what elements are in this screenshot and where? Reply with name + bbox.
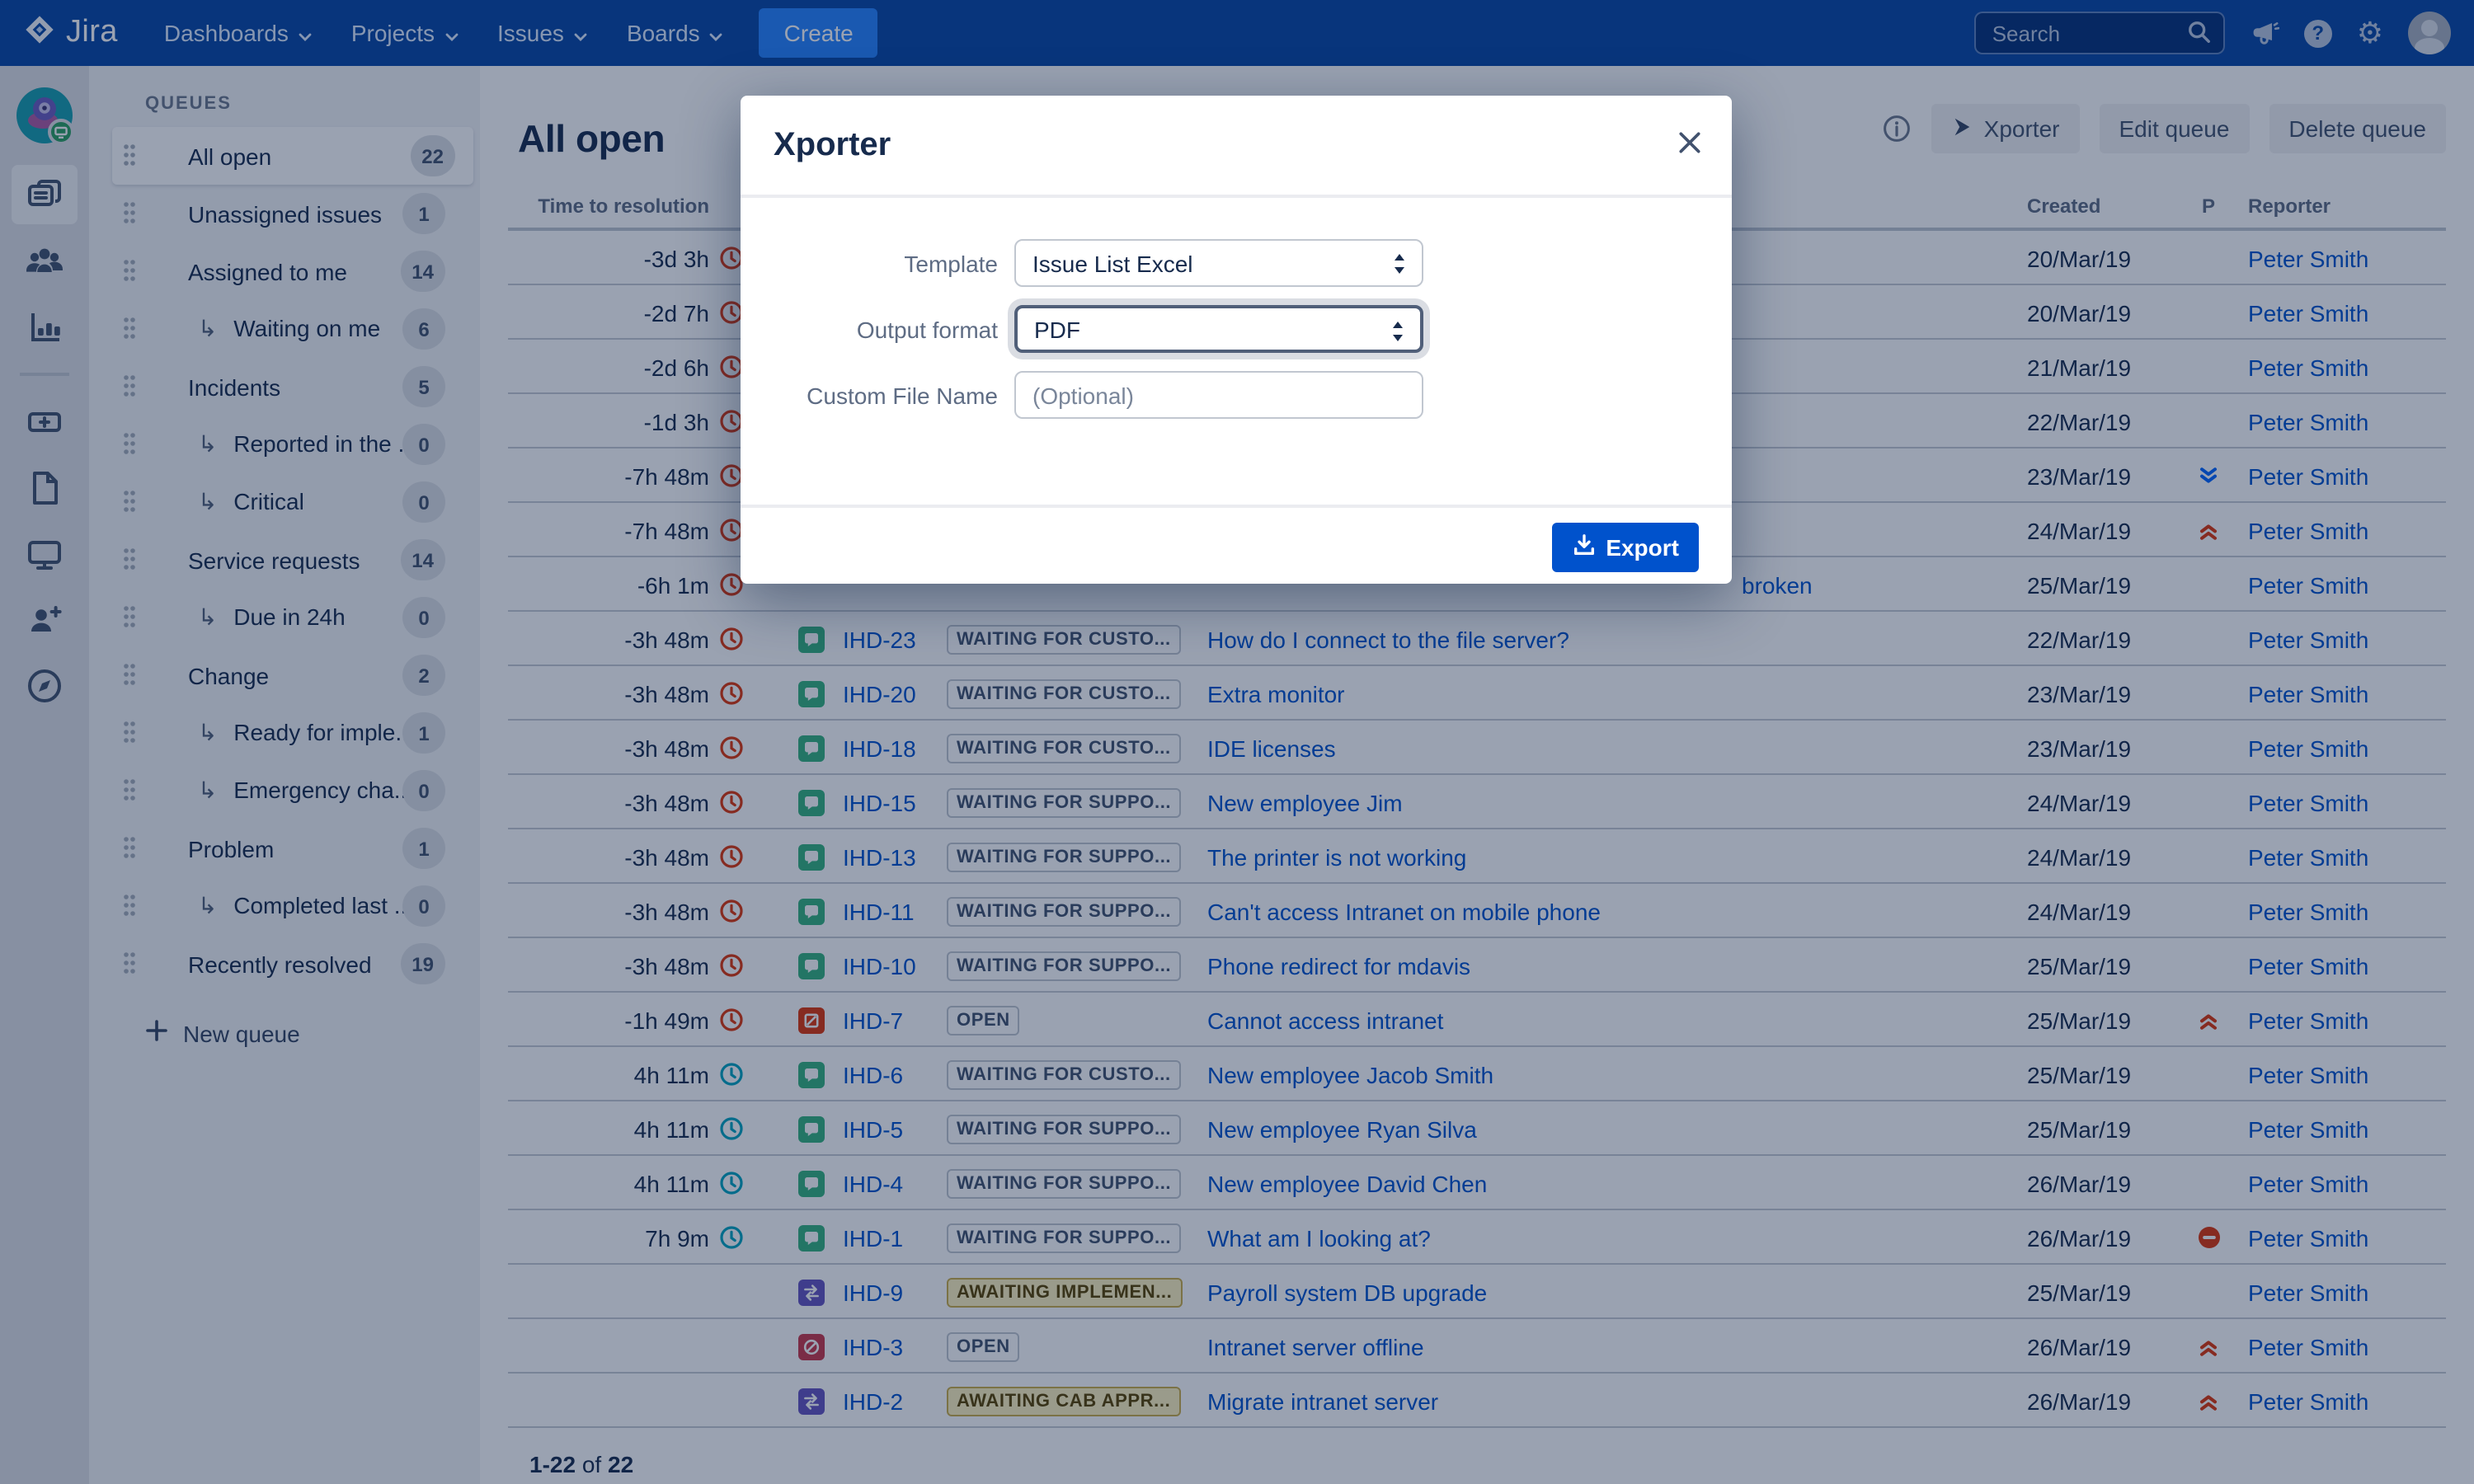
select-arrows-icon <box>1390 252 1409 280</box>
modal-title: Xporter <box>774 127 891 165</box>
template-select[interactable]: Issue List Excel <box>1014 239 1423 287</box>
app-root: Jira Dashboards Projects Issues Boards C… <box>0 0 2474 1484</box>
output-format-value: PDF <box>1034 316 1080 342</box>
export-label: Export <box>1606 534 1679 561</box>
download-icon <box>1571 533 1596 562</box>
output-format-label: Output format <box>741 316 998 342</box>
output-format-select[interactable]: PDF <box>1014 305 1423 353</box>
xporter-modal: Xporter Template Issue List Excel Output… <box>741 96 1732 584</box>
select-arrows-icon <box>1389 320 1407 348</box>
custom-file-name-label: Custom File Name <box>741 382 998 408</box>
close-icon[interactable] <box>1677 130 1702 163</box>
template-label: Template <box>741 250 998 276</box>
export-button[interactable]: Export <box>1551 523 1699 572</box>
custom-file-name-input[interactable] <box>1014 371 1423 419</box>
template-select-value: Issue List Excel <box>1032 250 1193 276</box>
